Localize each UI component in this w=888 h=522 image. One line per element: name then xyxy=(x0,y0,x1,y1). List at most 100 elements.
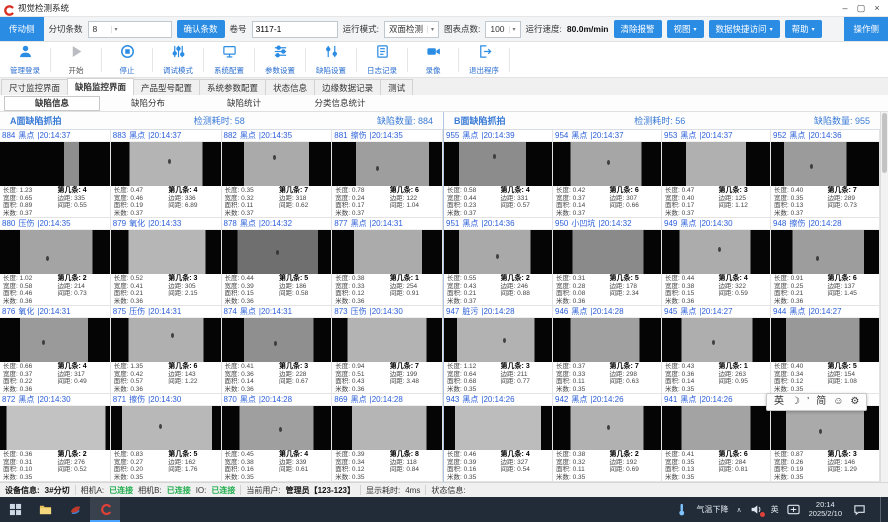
defect-image[interactable] xyxy=(111,230,221,274)
defect-cell[interactable]: 942黑点|20:14:26长度: 0.38宽度: 0.32面积: 0.11米数… xyxy=(553,394,662,482)
scrollbar-thumb[interactable] xyxy=(882,113,887,173)
defect-cell[interactable]: 883黑点|20:14:37长度: 0.47宽度: 0.46面积: 0.19米数… xyxy=(111,130,222,218)
defect-image[interactable] xyxy=(0,318,110,362)
roll-number-input[interactable] xyxy=(252,21,338,38)
tool-manage-login[interactable]: 管理登录 xyxy=(2,44,48,76)
defect-cell[interactable]: 954黑点|20:14:37长度: 0.42宽度: 0.37面积: 0.14米数… xyxy=(553,130,662,218)
defect-image[interactable] xyxy=(444,318,552,362)
defect-cell[interactable]: 943黑点|20:14:26长度: 0.46宽度: 0.39面积: 0.16米数… xyxy=(444,394,553,482)
hidden-icons-caret[interactable]: ∧ xyxy=(737,506,742,514)
defect-cell[interactable]: 870黑点|20:14:28长度: 0.45宽度: 0.38面积: 0.16米数… xyxy=(222,394,333,482)
ime-english-mode[interactable]: 英 xyxy=(774,394,784,410)
defect-image[interactable] xyxy=(0,142,110,186)
sub-tab[interactable]: 缺陷信息 xyxy=(4,96,100,111)
action-center-icon[interactable] xyxy=(850,497,868,522)
ime-toolbar[interactable]: 英☽’简☺⚙ xyxy=(766,393,867,411)
defect-cell[interactable]: 882黑点|20:14:35长度: 0.35宽度: 0.32面积: 0.11米数… xyxy=(222,130,333,218)
defect-image[interactable] xyxy=(553,142,661,186)
defect-cell[interactable]: 944黑点|20:14:27长度: 0.40宽度: 0.34面积: 0.12米数… xyxy=(771,306,880,394)
defect-cell[interactable]: 952黑点|20:14:36长度: 0.40宽度: 0.35面积: 0.13米数… xyxy=(771,130,880,218)
drive-side-button[interactable]: 传动侧 xyxy=(0,17,44,41)
maximize-button[interactable]: ▢ xyxy=(853,1,869,15)
defect-image[interactable] xyxy=(444,142,552,186)
defect-image[interactable] xyxy=(222,318,332,362)
defect-image[interactable] xyxy=(662,142,770,186)
defect-cell[interactable]: 872黑点|20:14:30长度: 0.36宽度: 0.31面积: 0.10米数… xyxy=(0,394,111,482)
defect-image[interactable] xyxy=(332,406,442,450)
defect-cell[interactable]: 945黑点|20:14:27长度: 0.43宽度: 0.36面积: 0.14米数… xyxy=(662,306,771,394)
defect-image[interactable] xyxy=(0,230,110,274)
defect-image[interactable] xyxy=(553,406,661,450)
ime-indicator-icon[interactable] xyxy=(787,497,801,522)
defect-cell[interactable]: 871擦伤|20:14:30长度: 0.83宽度: 0.27面积: 0.20米数… xyxy=(111,394,222,482)
defect-cell[interactable]: 947脏污|20:14:28长度: 1.12宽度: 0.64面积: 0.68米数… xyxy=(444,306,553,394)
defect-cell[interactable]: 881擦伤|20:14:35长度: 0.78宽度: 0.24面积: 0.17米数… xyxy=(332,130,443,218)
slit-count-select[interactable]: 8 xyxy=(88,21,172,38)
minimize-button[interactable]: – xyxy=(837,1,853,15)
defect-image[interactable] xyxy=(111,142,221,186)
defect-cell[interactable]: 880压伤|20:14:35长度: 1.02宽度: 0.58面积: 0.46米数… xyxy=(0,218,111,306)
main-tab[interactable]: 系统参数配置 xyxy=(199,79,266,95)
volume-icon[interactable] xyxy=(750,503,763,516)
operator-side-button[interactable]: 操作侧 xyxy=(844,17,888,41)
taskbar-clock[interactable]: 20:14 2025/2/10 xyxy=(809,501,842,518)
tool-defect-setting[interactable]: 缺陷设置 xyxy=(308,44,354,76)
defect-image[interactable] xyxy=(222,230,332,274)
defect-image[interactable] xyxy=(662,230,770,274)
defect-image[interactable] xyxy=(771,406,879,450)
ime-simplified[interactable]: 简 xyxy=(816,394,826,410)
ime-moon-icon[interactable]: ☽ xyxy=(791,394,800,410)
confirm-count-button[interactable]: 确认条数 xyxy=(177,20,225,38)
main-tab[interactable]: 测试 xyxy=(380,79,413,95)
defect-cell[interactable]: 955黑点|20:14:39长度: 0.58宽度: 0.44面积: 0.23米数… xyxy=(444,130,553,218)
thermometer-icon[interactable] xyxy=(675,497,689,522)
defect-image[interactable] xyxy=(662,406,770,450)
help-menu-button[interactable]: 帮助 xyxy=(785,20,822,38)
ime-settings-icon[interactable]: ⚙ xyxy=(850,394,859,410)
defect-image[interactable] xyxy=(771,230,879,274)
defect-image[interactable] xyxy=(332,230,442,274)
vertical-scrollbar[interactable] xyxy=(880,112,888,482)
defect-cell[interactable]: 953黑点|20:14:37长度: 0.47宽度: 0.40面积: 0.17米数… xyxy=(662,130,771,218)
tool-system-config[interactable]: 系统配置 xyxy=(206,44,252,76)
defect-image[interactable] xyxy=(222,142,332,186)
show-desktop-strip[interactable] xyxy=(880,497,884,522)
start-button[interactable] xyxy=(0,497,30,522)
tool-start[interactable]: 开始 xyxy=(53,44,99,76)
weather-text[interactable]: 气温下降 xyxy=(697,504,729,515)
defect-image[interactable] xyxy=(332,142,442,186)
defect-image[interactable] xyxy=(444,230,552,274)
defect-image[interactable] xyxy=(553,230,661,274)
defect-cell[interactable]: 869黑点|20:14:28长度: 0.39宽度: 0.34面积: 0.12米数… xyxy=(332,394,443,482)
chart-points-select[interactable]: 100 xyxy=(485,21,520,38)
pinned-app-icon[interactable] xyxy=(60,497,90,522)
tool-debug-mode[interactable]: 调试模式 xyxy=(155,44,201,76)
sub-tab[interactable]: 缺陷分布 xyxy=(100,96,196,111)
defect-cell[interactable]: 950小凹坑|20:14:32长度: 0.31宽度: 0.28面积: 0.08米… xyxy=(553,218,662,306)
defect-image[interactable] xyxy=(662,318,770,362)
defect-cell[interactable]: 876氧化|20:14:31长度: 0.66宽度: 0.37面积: 0.22米数… xyxy=(0,306,111,394)
defect-image[interactable] xyxy=(111,406,221,450)
clear-alarm-button[interactable]: 清除报警 xyxy=(614,20,662,38)
defect-cell[interactable]: 875压伤|20:14:31长度: 1.35宽度: 0.42面积: 0.57米数… xyxy=(111,306,222,394)
defect-cell[interactable]: 946黑点|20:14:28长度: 0.37宽度: 0.33面积: 0.11米数… xyxy=(553,306,662,394)
ime-emoji-icon[interactable]: ☺ xyxy=(833,394,843,410)
defect-image[interactable] xyxy=(0,406,110,450)
defect-cell[interactable]: 879氧化|20:14:33长度: 0.52宽度: 0.41面积: 0.21米数… xyxy=(111,218,222,306)
language-indicator[interactable]: 英 xyxy=(771,504,779,515)
tool-video-record[interactable]: 录像 xyxy=(410,44,456,76)
defect-image[interactable] xyxy=(222,406,332,450)
defect-cell[interactable]: 941黑点|20:14:26长度: 0.41宽度: 0.35面积: 0.13米数… xyxy=(662,394,771,482)
sub-tab[interactable]: 缺陷统计 xyxy=(196,96,292,111)
defect-cell[interactable]: 951黑点|20:14:36长度: 0.55宽度: 0.43面积: 0.21米数… xyxy=(444,218,553,306)
defect-cell[interactable]: 874黑点|20:14:31长度: 0.41宽度: 0.36面积: 0.14米数… xyxy=(222,306,333,394)
defect-cell[interactable]: 948擦伤|20:14:28长度: 0.91宽度: 0.25面积: 0.21米数… xyxy=(771,218,880,306)
close-button[interactable]: × xyxy=(869,1,885,15)
defect-image[interactable] xyxy=(771,142,879,186)
sub-tab[interactable]: 分类信息统计 xyxy=(292,96,388,111)
tool-log-record[interactable]: 日志记录 xyxy=(359,44,405,76)
defect-image[interactable] xyxy=(771,318,879,362)
main-tab[interactable]: 产品型号配置 xyxy=(133,79,200,95)
main-tab[interactable]: 状态信息 xyxy=(265,79,315,95)
view-menu-button[interactable]: 视图 xyxy=(667,20,704,38)
